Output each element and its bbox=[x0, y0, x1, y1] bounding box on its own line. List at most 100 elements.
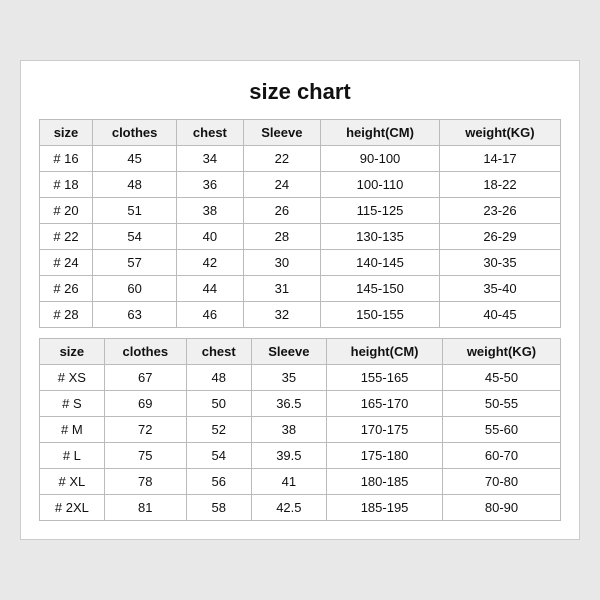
header-cell: height(CM) bbox=[321, 120, 440, 146]
table-cell: 115-125 bbox=[321, 198, 440, 224]
table-cell: # 18 bbox=[40, 172, 93, 198]
table-cell: 54 bbox=[186, 443, 251, 469]
table-cell: 32 bbox=[243, 302, 321, 328]
table-cell: 75 bbox=[104, 443, 186, 469]
table-cell: 50-55 bbox=[442, 391, 560, 417]
table-cell: 54 bbox=[93, 224, 177, 250]
table-cell: 35-40 bbox=[439, 276, 560, 302]
size-table-children: sizeclotheschestSleeveheight(CM)weight(K… bbox=[39, 119, 561, 328]
table-cell: 40 bbox=[177, 224, 243, 250]
header-cell: Sleeve bbox=[243, 120, 321, 146]
header-cell: height(CM) bbox=[327, 339, 443, 365]
table-cell: # 22 bbox=[40, 224, 93, 250]
table-cell: # 26 bbox=[40, 276, 93, 302]
table-cell: 24 bbox=[243, 172, 321, 198]
table1-header-row: sizeclotheschestSleeveheight(CM)weight(K… bbox=[40, 120, 561, 146]
table-row: # 1645342290-10014-17 bbox=[40, 146, 561, 172]
table-cell: 36 bbox=[177, 172, 243, 198]
table-cell: # 24 bbox=[40, 250, 93, 276]
table-cell: # 2XL bbox=[40, 495, 105, 521]
table-cell: 50 bbox=[186, 391, 251, 417]
table-cell: 39.5 bbox=[251, 443, 327, 469]
table-row: # XS674835155-16545-50 bbox=[40, 365, 561, 391]
header-cell: size bbox=[40, 120, 93, 146]
table-cell: 69 bbox=[104, 391, 186, 417]
table-cell: 55-60 bbox=[442, 417, 560, 443]
table-row: # L755439.5175-18060-70 bbox=[40, 443, 561, 469]
table-cell: 51 bbox=[93, 198, 177, 224]
table-row: # S695036.5165-17050-55 bbox=[40, 391, 561, 417]
table-cell: 22 bbox=[243, 146, 321, 172]
table2-header-row: sizeclotheschestSleeveheight(CM)weight(K… bbox=[40, 339, 561, 365]
table-cell: 42.5 bbox=[251, 495, 327, 521]
table-cell: 45-50 bbox=[442, 365, 560, 391]
table-cell: 52 bbox=[186, 417, 251, 443]
size-table-adults: sizeclotheschestSleeveheight(CM)weight(K… bbox=[39, 338, 561, 521]
table-cell: 35 bbox=[251, 365, 327, 391]
table-cell: 100-110 bbox=[321, 172, 440, 198]
table-cell: 175-180 bbox=[327, 443, 443, 469]
table-cell: # S bbox=[40, 391, 105, 417]
table-row: # 24574230140-14530-35 bbox=[40, 250, 561, 276]
table-cell: 56 bbox=[186, 469, 251, 495]
table-cell: 30-35 bbox=[439, 250, 560, 276]
table-cell: 130-135 bbox=[321, 224, 440, 250]
table-cell: 23-26 bbox=[439, 198, 560, 224]
header-cell: chest bbox=[177, 120, 243, 146]
table-cell: 38 bbox=[251, 417, 327, 443]
header-cell: weight(KG) bbox=[439, 120, 560, 146]
table-cell: 46 bbox=[177, 302, 243, 328]
table-cell: 42 bbox=[177, 250, 243, 276]
table-row: # 2XL815842.5185-19580-90 bbox=[40, 495, 561, 521]
table-cell: 155-165 bbox=[327, 365, 443, 391]
table-cell: 41 bbox=[251, 469, 327, 495]
table-cell: # XL bbox=[40, 469, 105, 495]
header-cell: Sleeve bbox=[251, 339, 327, 365]
size-chart-card: size chart sizeclotheschestSleeveheight(… bbox=[20, 60, 580, 540]
table-cell: 145-150 bbox=[321, 276, 440, 302]
table-cell: 170-175 bbox=[327, 417, 443, 443]
table-row: # 18483624100-11018-22 bbox=[40, 172, 561, 198]
table-cell: 80-90 bbox=[442, 495, 560, 521]
table-cell: 30 bbox=[243, 250, 321, 276]
table-cell: 72 bbox=[104, 417, 186, 443]
chart-title: size chart bbox=[39, 79, 561, 105]
table-cell: 34 bbox=[177, 146, 243, 172]
table-cell: 67 bbox=[104, 365, 186, 391]
table-cell: 60-70 bbox=[442, 443, 560, 469]
table-cell: 63 bbox=[93, 302, 177, 328]
table-cell: 18-22 bbox=[439, 172, 560, 198]
table-row: # 20513826115-12523-26 bbox=[40, 198, 561, 224]
table-cell: 28 bbox=[243, 224, 321, 250]
table-cell: 70-80 bbox=[442, 469, 560, 495]
header-cell: size bbox=[40, 339, 105, 365]
table-cell: 44 bbox=[177, 276, 243, 302]
table-row: # 28634632150-15540-45 bbox=[40, 302, 561, 328]
table-cell: 26-29 bbox=[439, 224, 560, 250]
table-cell: 40-45 bbox=[439, 302, 560, 328]
table-cell: 14-17 bbox=[439, 146, 560, 172]
header-cell: clothes bbox=[104, 339, 186, 365]
table-cell: 48 bbox=[186, 365, 251, 391]
table-cell: 26 bbox=[243, 198, 321, 224]
table-row: # XL785641180-18570-80 bbox=[40, 469, 561, 495]
table-cell: 165-170 bbox=[327, 391, 443, 417]
table-cell: 57 bbox=[93, 250, 177, 276]
table-cell: 78 bbox=[104, 469, 186, 495]
header-cell: chest bbox=[186, 339, 251, 365]
table-cell: 150-155 bbox=[321, 302, 440, 328]
table-cell: 48 bbox=[93, 172, 177, 198]
table-cell: 90-100 bbox=[321, 146, 440, 172]
table-cell: 140-145 bbox=[321, 250, 440, 276]
table-cell: 31 bbox=[243, 276, 321, 302]
table-cell: 38 bbox=[177, 198, 243, 224]
table-cell: # XS bbox=[40, 365, 105, 391]
header-cell: weight(KG) bbox=[442, 339, 560, 365]
table-cell: # L bbox=[40, 443, 105, 469]
table-cell: # 16 bbox=[40, 146, 93, 172]
header-cell: clothes bbox=[93, 120, 177, 146]
table-cell: 58 bbox=[186, 495, 251, 521]
table-row: # M725238170-17555-60 bbox=[40, 417, 561, 443]
table-cell: # 20 bbox=[40, 198, 93, 224]
table-cell: 180-185 bbox=[327, 469, 443, 495]
